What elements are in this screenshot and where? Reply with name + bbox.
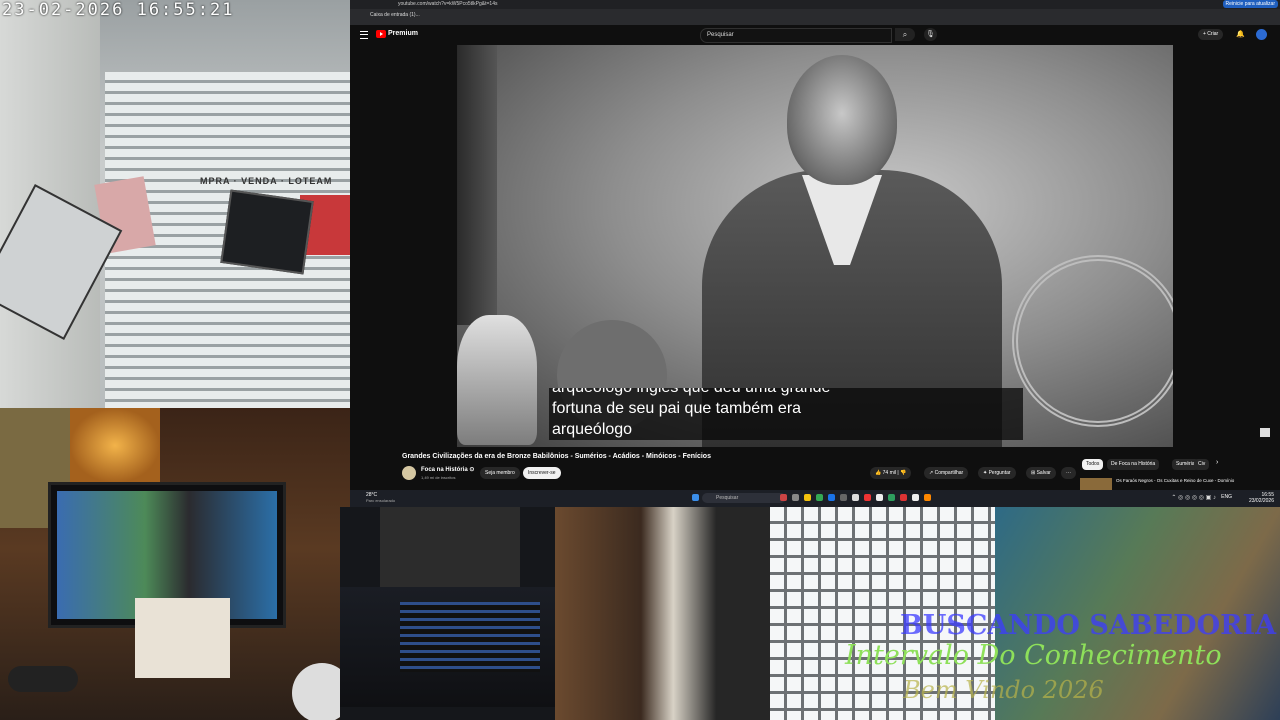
chevron-right-icon[interactable]: › bbox=[1216, 459, 1218, 466]
video-subtitles: arqueólogo inglês que deu uma grande for… bbox=[549, 388, 1023, 440]
video-title: Grandes Civilizações da era de Bronze Ba… bbox=[402, 453, 711, 460]
youtube-brand[interactable]: Premium bbox=[388, 30, 418, 37]
app-icon-13[interactable] bbox=[924, 494, 931, 501]
windows-start-icon[interactable] bbox=[692, 494, 699, 501]
video-player[interactable]: arqueólogo inglês que deu uma grande for… bbox=[457, 45, 1173, 447]
video-meta: Grandes Civilizações da era de Bronze Ba… bbox=[350, 448, 1280, 490]
voice-search-button[interactable]: 🎙 bbox=[924, 28, 937, 41]
bookmarks-bar: Caixa de entrada (1)... bbox=[350, 9, 1280, 25]
share-label: Compartilhar bbox=[934, 470, 964, 476]
video-spiral-carving bbox=[1012, 255, 1173, 427]
file-explorer-icon[interactable] bbox=[804, 494, 811, 501]
recommended-title: Os Faraós Negros - Os Cuxitas e Reino de… bbox=[1116, 478, 1235, 483]
desk-calendar bbox=[135, 598, 230, 678]
studio-camera-feed bbox=[340, 507, 555, 720]
subtitle-line-2: arqueólogo bbox=[552, 421, 633, 438]
recommended-thumbnail bbox=[1080, 478, 1112, 490]
search-placeholder: Pesquisar bbox=[707, 32, 734, 38]
video-vase bbox=[457, 315, 537, 445]
mic-icon: 🎙 bbox=[926, 31, 935, 38]
weather-desc: Parc ensolarado bbox=[366, 498, 396, 503]
overlay-subtitle: Intervalo Do Conhecimento bbox=[845, 640, 1222, 671]
miniplayer-icon[interactable] bbox=[1260, 428, 1270, 437]
camera-timestamp: 23-02-2026 16:55:21 bbox=[2, 0, 235, 20]
weather-widget[interactable]: 28°C Parc ensolarado bbox=[366, 492, 395, 504]
create-button[interactable]: + Criar bbox=[1198, 29, 1224, 40]
clock-date: 23/02/2026 bbox=[1248, 498, 1274, 504]
doorway bbox=[555, 507, 770, 720]
channel-avatar[interactable] bbox=[402, 466, 416, 480]
like-button[interactable]: 👍 74 mil | 👎 bbox=[870, 467, 912, 479]
bell-icon[interactable]: 🔔 bbox=[1236, 30, 1245, 38]
like-count: 74 mil bbox=[882, 470, 896, 476]
subtitle-line-0: arqueólogo inglês que deu uma grande bbox=[552, 388, 1020, 398]
update-button[interactable]: Reinicie para atualizar bbox=[1222, 0, 1278, 8]
subtitle-line-1: fortuna de seu pai que também era bbox=[552, 400, 802, 417]
language-indicator[interactable]: ENG bbox=[1221, 494, 1232, 500]
desk-camera-feed bbox=[0, 408, 350, 720]
app-icon-10[interactable] bbox=[888, 494, 895, 501]
mouse bbox=[8, 666, 78, 692]
more-actions-button[interactable]: ··· bbox=[1061, 467, 1076, 479]
search-input[interactable]: Pesquisar bbox=[700, 28, 892, 43]
save-button[interactable]: ⊞ Salvar bbox=[1026, 467, 1056, 479]
app-icon-9[interactable] bbox=[876, 494, 883, 501]
avatar[interactable] bbox=[1256, 29, 1267, 40]
app-icon-11[interactable] bbox=[900, 494, 907, 501]
browser-window: youtube.com/watch?v=kW5Pco5tlkPg&t=14s R… bbox=[350, 0, 1280, 490]
overlay-title: BUSCANDO SABEDORIA bbox=[900, 610, 1277, 641]
chip-civ[interactable]: Civ bbox=[1194, 459, 1210, 470]
app-icon-8[interactable] bbox=[864, 494, 871, 501]
video-tree bbox=[457, 45, 497, 325]
channel-subscribers: 1,49 mi de inscritos bbox=[421, 475, 456, 480]
tray-icons[interactable]: ⌃ ◎ ◎ ◎ ◎ ▣ ♪ bbox=[1171, 494, 1216, 501]
search-icon: ⌕ bbox=[902, 30, 908, 39]
street-camera-feed: MPRA · VENDA · LOTEAM 23-02-2026 16:55:2… bbox=[0, 0, 350, 408]
video-man-head bbox=[787, 55, 897, 185]
ask-label: Perguntar bbox=[988, 470, 1011, 476]
hanging-laptop-dark bbox=[220, 189, 314, 275]
taskbar: 28°C Parc ensolarado Pesquisar ⌃ ◎ ◎ ◎ ◎… bbox=[350, 490, 1280, 507]
app-icon-1[interactable] bbox=[780, 494, 787, 501]
youtube-logo-icon[interactable] bbox=[376, 30, 386, 38]
ask-button[interactable]: ✦ Perguntar bbox=[978, 467, 1016, 479]
edge-icon[interactable] bbox=[828, 494, 835, 501]
task-view-icon[interactable] bbox=[792, 494, 799, 501]
subscribe-button[interactable]: Inscrever-se bbox=[523, 467, 561, 479]
chip-all[interactable]: Todos bbox=[1082, 459, 1104, 470]
app-icon-6[interactable] bbox=[840, 494, 847, 501]
studio-monitor-top bbox=[380, 507, 520, 587]
youtube-header: Premium Pesquisar ⌕ 🎙 + Criar 🔔 bbox=[350, 25, 1280, 45]
chip-channel[interactable]: De Foca na História bbox=[1107, 459, 1160, 470]
bookmark-inbox[interactable]: Caixa de entrada (1)... bbox=[370, 12, 420, 18]
recommended-video[interactable]: Os Faraós Negros - Os Cuxitas e Reino de… bbox=[1080, 478, 1270, 490]
app-icon-7[interactable] bbox=[852, 494, 859, 501]
join-button[interactable]: Seja membro bbox=[480, 467, 520, 479]
clock[interactable]: 16:55 23/02/2026 bbox=[1249, 492, 1274, 504]
browser-toolbar: youtube.com/watch?v=kW5Pco5tlkPg&t=14s R… bbox=[350, 0, 1280, 9]
lamp bbox=[70, 408, 160, 483]
overlay-welcome: Bem Vindo 2026 bbox=[903, 676, 1104, 704]
save-label: Salvar bbox=[1036, 470, 1051, 476]
app-icon-12[interactable] bbox=[912, 494, 919, 501]
search-button[interactable]: ⌕ bbox=[895, 28, 915, 41]
street-sign: MPRA · VENDA · LOTEAM bbox=[200, 176, 333, 186]
taskbar-search[interactable]: Pesquisar bbox=[702, 493, 786, 503]
menu-icon[interactable] bbox=[360, 31, 368, 39]
channel-name[interactable]: Foca na História ⊙ bbox=[421, 466, 474, 473]
audio-meter bbox=[400, 602, 540, 672]
share-button[interactable]: ↗ Compartilhar bbox=[924, 467, 969, 479]
chrome-icon[interactable] bbox=[816, 494, 823, 501]
address-bar[interactable]: youtube.com/watch?v=kW5Pco5tlkPg&t=14s bbox=[398, 1, 998, 8]
